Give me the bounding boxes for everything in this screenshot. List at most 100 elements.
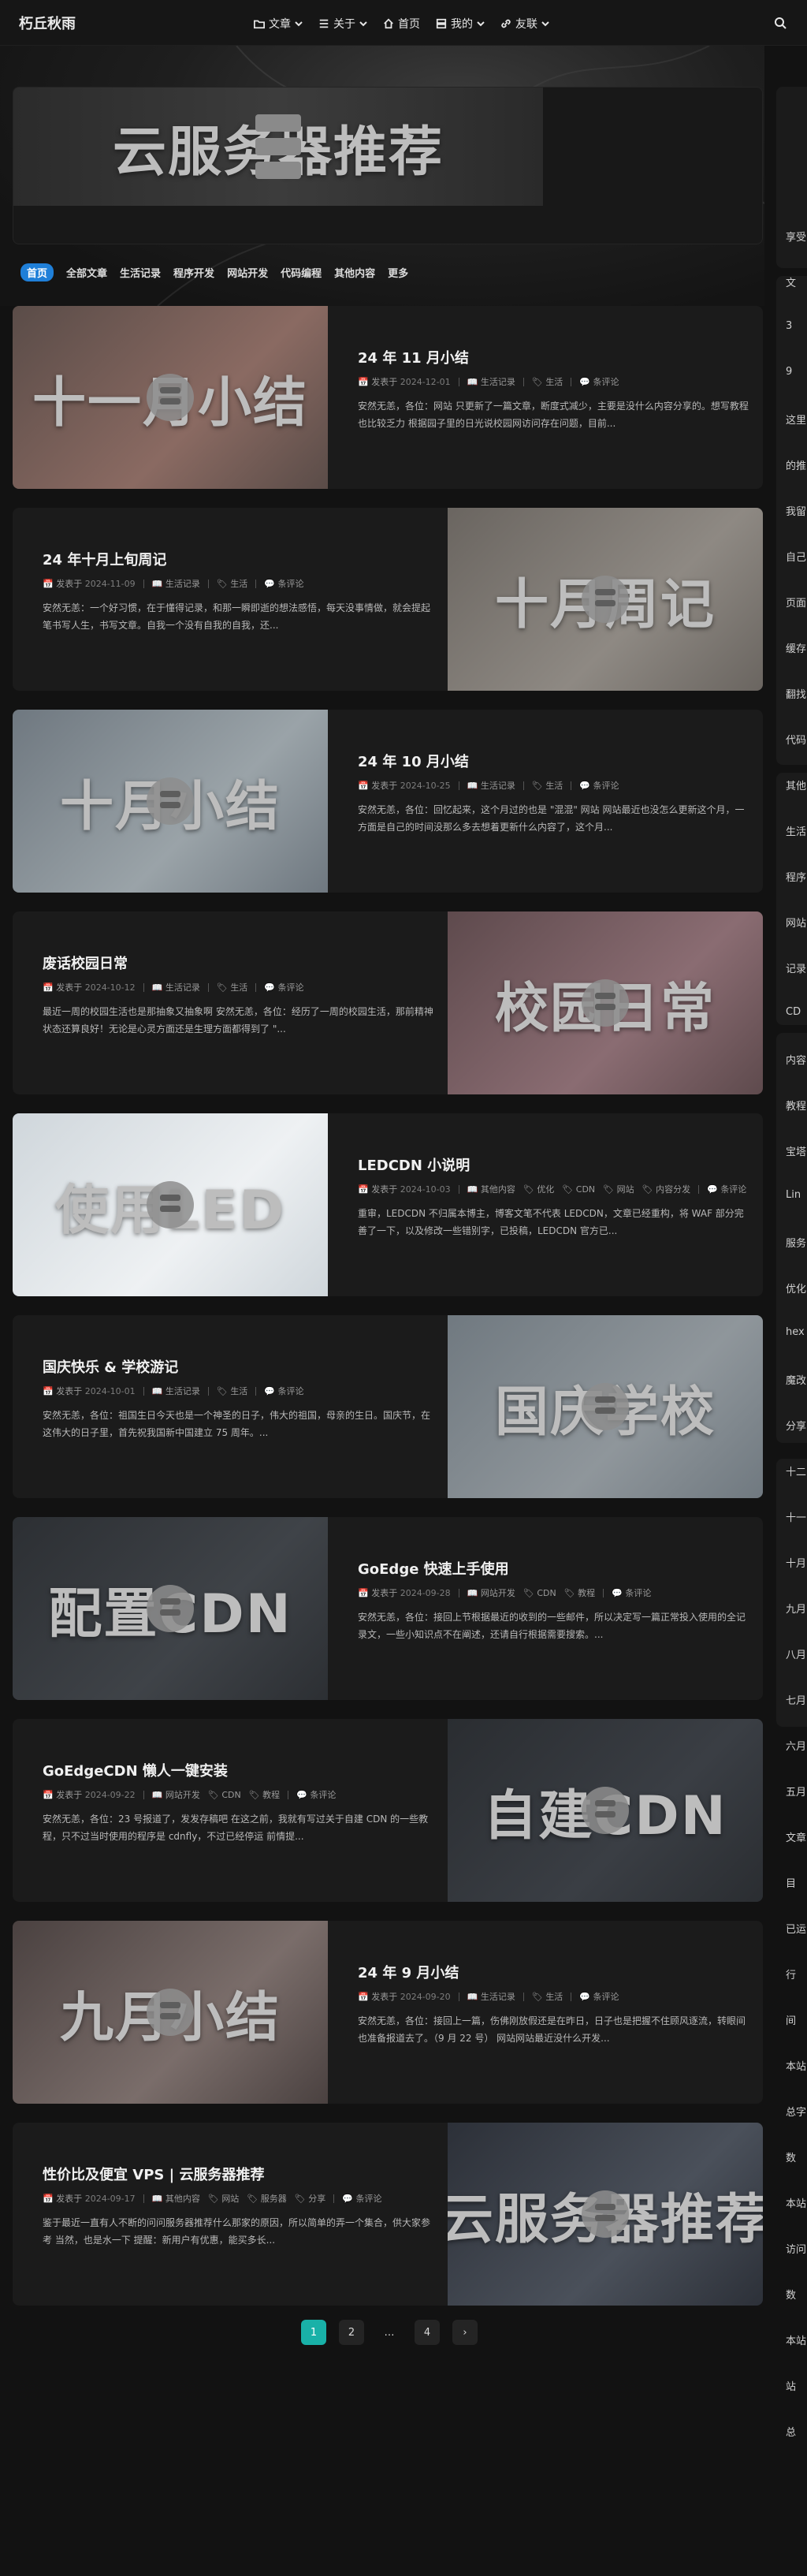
post-title[interactable]: GoEdge 快速上手使用	[358, 1558, 752, 1579]
post-tag[interactable]: 🏷 生活	[217, 1385, 247, 1397]
post-comments[interactable]: 💬 条评论	[579, 779, 619, 792]
post-comments[interactable]: 💬 条评论	[579, 375, 619, 388]
post-tag[interactable]: 🏷 生活	[532, 1990, 563, 2003]
post-category[interactable]: 📖 生活记录	[467, 1990, 515, 2003]
post-thumbnail[interactable]: 自建CDN	[448, 1719, 763, 1902]
post-card[interactable]: 云服务器推荐 性价比及便宜 VPS | 云服务器推荐 📅 发表于 2024-09…	[13, 2123, 763, 2306]
post-tag[interactable]: 🏷 CDN	[523, 1588, 556, 1598]
post-tag[interactable]: 🏷 网站	[208, 2192, 239, 2205]
post-thumbnail[interactable]: 校园日常	[448, 911, 763, 1094]
post-tag[interactable]: 🏷 网站	[603, 1183, 634, 1195]
post-category[interactable]: 📖 网站开发	[467, 1586, 515, 1599]
post-title[interactable]: 24 年 9 月小结	[358, 1962, 752, 1982]
page-button-2[interactable]: 2	[339, 2320, 364, 2345]
post-tag[interactable]: 🏷 分享	[295, 2192, 325, 2205]
sidebar-text: 本站	[786, 2336, 807, 2347]
post-title[interactable]: 24 年 11 月小结	[358, 347, 752, 367]
post-card[interactable]: 国庆学校 国庆快乐 & 学校游记 📅 发表于 2024-10-01 📖 生活记录…	[13, 1315, 763, 1498]
tab-life[interactable]: 生活记录	[120, 265, 161, 280]
post-card[interactable]: 九月小结 24 年 9 月小结 📅 发表于 2024-09-20 📖 生活记录 …	[13, 1921, 763, 2104]
menu-item-home[interactable]: 首页	[383, 16, 420, 32]
post-category[interactable]: 📖 其他内容	[467, 1183, 515, 1195]
post-thumbnail[interactable]: 十一月小结	[13, 306, 328, 489]
sidebar-text: 数	[786, 2153, 797, 2164]
tab-coding[interactable]: 代码编程	[281, 265, 322, 280]
post-meta: 📅 发表于 2024-11-09 📖 生活记录 🏷 生活 💬 条评论	[43, 577, 437, 590]
tab-home[interactable]: 首页	[20, 263, 54, 281]
post-category[interactable]: 📖 生活记录	[152, 1385, 200, 1397]
post-title[interactable]: 性价比及便宜 VPS | 云服务器推荐	[43, 2164, 437, 2184]
post-tag[interactable]: 🏷 生活	[532, 779, 563, 792]
post-thumbnail[interactable]: 九月小结	[13, 1921, 328, 2104]
menu-item-articles[interactable]: 文章	[254, 16, 303, 32]
chevron-down-icon	[359, 21, 367, 27]
page-button-1[interactable]: 1	[301, 2320, 326, 2345]
post-tag[interactable]: 🏷 生活	[217, 981, 247, 993]
post-date: 📅 发表于 2024-09-20	[358, 1992, 451, 2002]
next-page-button[interactable]: ›	[452, 2320, 478, 2345]
post-title[interactable]: 24 年十月上旬周记	[43, 549, 437, 569]
post-title[interactable]: LEDCDN 小说明	[358, 1154, 752, 1175]
post-comments[interactable]: 💬 条评论	[264, 1385, 303, 1397]
post-card[interactable]: 十一月小结 24 年 11 月小结 📅 发表于 2024-12-01 📖 生活记…	[13, 306, 763, 489]
post-tag[interactable]: 🏷 生活	[532, 375, 563, 388]
post-tag[interactable]: 🏷 教程	[564, 1586, 595, 1599]
post-card[interactable]: 校园日常 废话校园日常 📅 发表于 2024-10-12 📖 生活记录 🏷 生活…	[13, 911, 763, 1094]
post-card[interactable]: 十月周记 24 年十月上旬周记 📅 发表于 2024-11-09 📖 生活记录 …	[13, 508, 763, 691]
menu-item-about[interactable]: 关于	[318, 16, 367, 32]
post-category[interactable]: 📖 生活记录	[467, 375, 515, 388]
tab-other[interactable]: 其他内容	[334, 265, 375, 280]
page-button-4[interactable]: 4	[415, 2320, 440, 2345]
sidebar-text: 行	[786, 1970, 797, 1981]
tab-all-articles[interactable]: 全部文章	[66, 265, 107, 280]
post-body: 24 年 10 月小结 📅 发表于 2024-10-25 📖 生活记录 🏷 生活…	[358, 751, 752, 836]
post-category[interactable]: 📖 网站开发	[152, 1788, 200, 1801]
post-comments[interactable]: 💬 条评论	[707, 1183, 746, 1195]
post-thumbnail[interactable]: 云服务器推荐	[448, 2123, 763, 2306]
post-tag[interactable]: 🏷 优化	[523, 1183, 554, 1195]
post-tag[interactable]: 🏷 生活	[217, 577, 247, 590]
post-card[interactable]: 配置CDN GoEdge 快速上手使用 📅 发表于 2024-09-28 📖 网…	[13, 1517, 763, 1700]
post-comments[interactable]: 💬 条评论	[264, 577, 303, 590]
post-tag[interactable]: 🏷 教程	[249, 1788, 280, 1801]
post-tag[interactable]: 🏷 CDN	[208, 1790, 241, 1800]
sidebar-text: 其他	[786, 781, 807, 792]
post-thumbnail[interactable]: 十月小结	[13, 710, 328, 893]
post-comments[interactable]: 💬 条评论	[264, 981, 303, 993]
tab-web-dev[interactable]: 网站开发	[227, 265, 268, 280]
blog-logo-icon	[582, 2190, 629, 2238]
featured-banner[interactable]: 云服务器推荐	[13, 87, 763, 244]
post-tag[interactable]: 🏷 内容分发	[642, 1183, 690, 1195]
post-comments[interactable]: 💬 条评论	[612, 1586, 651, 1599]
post-thumbnail[interactable]: 十月周记	[448, 508, 763, 691]
post-tag[interactable]: 🏷 服务器	[247, 2192, 286, 2205]
post-title[interactable]: 国庆快乐 & 学校游记	[43, 1356, 437, 1377]
post-comments[interactable]: 💬 条评论	[296, 1788, 336, 1801]
post-tag[interactable]: 🏷 CDN	[562, 1184, 595, 1195]
post-thumbnail[interactable]: 配置CDN	[13, 1517, 328, 1700]
post-thumbnail[interactable]: 国庆学校	[448, 1315, 763, 1498]
post-card[interactable]: 十月小结 24 年 10 月小结 📅 发表于 2024-10-25 📖 生活记录…	[13, 710, 763, 893]
post-thumbnail[interactable]: 使用LED	[13, 1113, 328, 1296]
menu-item-mine[interactable]: 我的	[436, 16, 485, 32]
tab-programming[interactable]: 程序开发	[173, 265, 214, 280]
sidebar-text: 分享	[786, 1421, 807, 1433]
post-category[interactable]: 📖 生活记录	[152, 577, 200, 590]
menu-item-friends[interactable]: 友联	[500, 16, 549, 32]
post-title[interactable]: 废话校园日常	[43, 952, 437, 973]
sidebar-text: 文	[786, 278, 797, 289]
sidebar-text: 的推	[786, 460, 807, 472]
post-card[interactable]: 自建CDN GoEdgeCDN 懒人一键安装 📅 发表于 2024-09-22 …	[13, 1719, 763, 1902]
tab-more[interactable]: 更多	[388, 265, 408, 280]
post-category[interactable]: 📖 生活记录	[152, 981, 200, 993]
post-title[interactable]: GoEdgeCDN 懒人一键安装	[43, 1760, 437, 1780]
post-title[interactable]: 24 年 10 月小结	[358, 751, 752, 771]
search-icon[interactable]	[774, 17, 787, 29]
post-category[interactable]: 📖 生活记录	[467, 779, 515, 792]
post-category[interactable]: 📖 其他内容	[152, 2192, 200, 2205]
post-comments[interactable]: 💬 条评论	[342, 2192, 381, 2205]
site-brand[interactable]: 朽丘秋雨	[19, 13, 76, 33]
post-comments[interactable]: 💬 条评论	[579, 1990, 619, 2003]
sidebar-text: 数	[786, 2290, 797, 2302]
post-card[interactable]: 使用LED LEDCDN 小说明 📅 发表于 2024-10-03 📖 其他内容…	[13, 1113, 763, 1296]
